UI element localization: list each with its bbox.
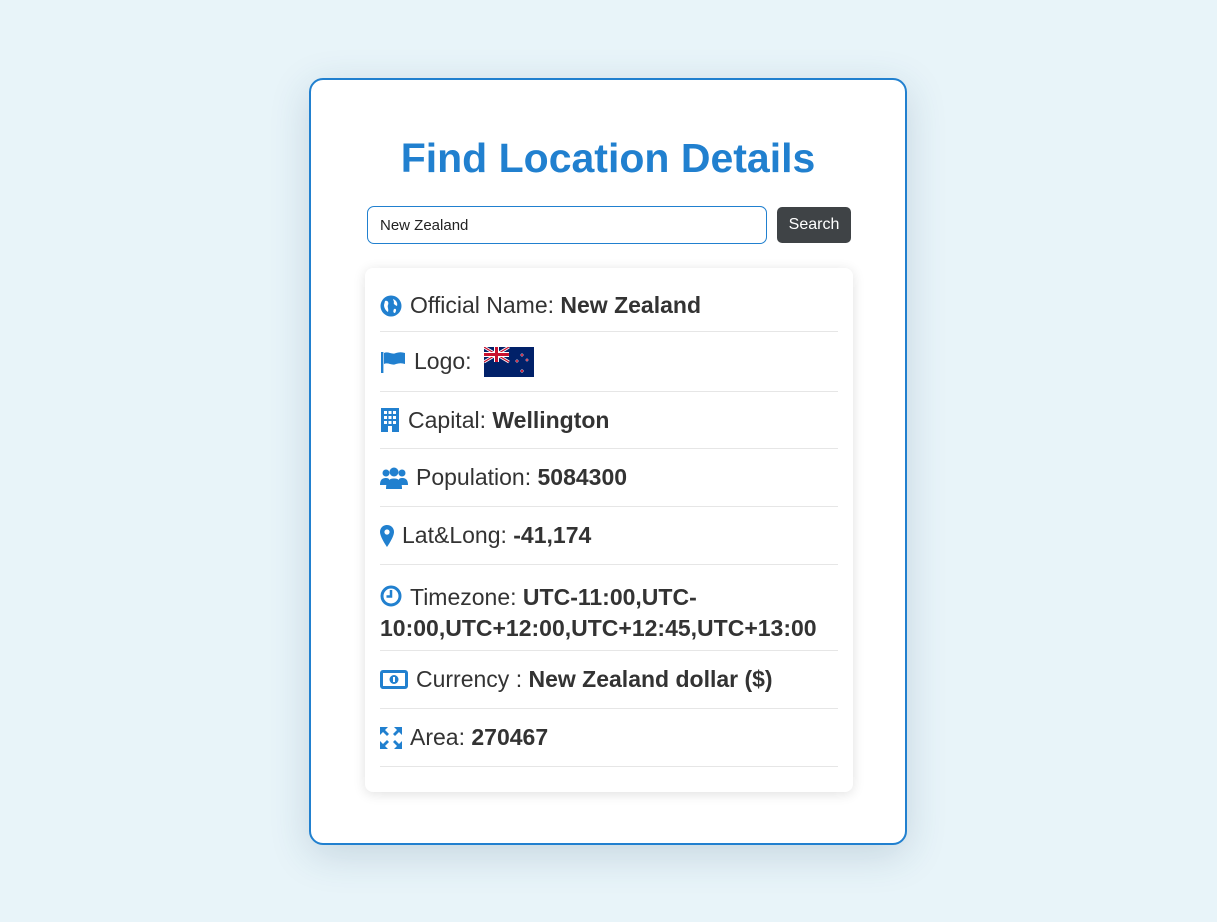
capital-value: Wellington [492, 406, 610, 433]
globe-icon [380, 295, 402, 317]
detail-row-population: Population: 5084300 [380, 449, 838, 507]
official-name-label: Official Name: [410, 292, 561, 318]
detail-row-capital: Capital: Wellington [380, 392, 838, 449]
detail-row-area: Area: 270467 [380, 709, 838, 767]
official-name-value: New Zealand [560, 292, 702, 318]
map-pin-icon [380, 524, 394, 547]
new-zealand-flag [483, 346, 534, 377]
population-label: Population: [416, 464, 538, 490]
detail-row-currency: Currency : New Zealand dollar ($) [380, 651, 838, 709]
detail-row-logo: Logo: [380, 332, 838, 392]
detail-row-timezone: Timezone: UTC-11:00,UTC-10:00,UTC+12:00,… [380, 565, 838, 651]
logo-label: Logo: [414, 348, 478, 374]
flag-icon [380, 351, 406, 373]
currency-label: Currency : [416, 666, 529, 692]
lat-long-label: Lat&Long: [402, 522, 514, 548]
building-icon [380, 408, 400, 432]
expand-icon [380, 726, 402, 749]
currency-value: New Zealand dollar ($) [528, 666, 773, 692]
money-icon [380, 669, 408, 690]
details-panel: Official Name: New Zealand Logo: Capital… [365, 268, 853, 792]
users-icon [380, 467, 408, 489]
detail-row-lat-long: Lat&Long: -41,174 [380, 507, 838, 565]
area-value: 270467 [471, 724, 549, 750]
area-label: Area: [410, 724, 472, 750]
population-value: 5084300 [537, 464, 628, 490]
search-button[interactable]: Search [777, 207, 851, 243]
clock-icon [380, 585, 402, 614]
detail-row-official-name: Official Name: New Zealand [380, 280, 838, 332]
search-input[interactable] [367, 206, 767, 244]
timezone-label: Timezone: [410, 584, 523, 610]
location-card: Find Location Details Search Official Na… [309, 78, 907, 845]
lat-long-value: -41,174 [513, 522, 592, 548]
page-title: Find Location Details [400, 135, 816, 181]
capital-label: Capital: [408, 406, 493, 433]
